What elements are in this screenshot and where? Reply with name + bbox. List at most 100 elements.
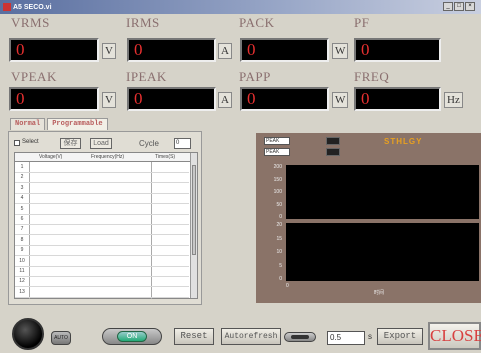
table-row[interactable] <box>15 203 189 205</box>
table-row[interactable] <box>15 276 189 277</box>
column-header-voltage: Voltage(V) <box>39 154 63 160</box>
title-bar: A5 SECO.vi _ □ × <box>0 0 481 14</box>
x-tick-label: 0 <box>286 283 289 289</box>
window-title: A5 SECO.vi <box>13 3 52 11</box>
meter-display-ipeak: 0 <box>127 87 216 111</box>
table-header: Voltage(V) Frequency(Hz) Times(S) <box>15 153 197 162</box>
chart-panel: PEAK PEAK STHLGY 200 150 100 50 0 20 15 10 5 0 0 … <box>256 133 481 303</box>
meter-label-ipeak: IPEAK <box>126 69 167 84</box>
lower-y-tick: 15 <box>276 235 282 242</box>
upper-plot <box>286 165 479 219</box>
scrollbar-thumb[interactable] <box>192 165 196 255</box>
maximize-icon[interactable]: □ <box>454 2 464 11</box>
table-row[interactable] <box>15 172 189 173</box>
reset-button[interactable]: Reset <box>174 328 214 345</box>
unit-ipeak: A <box>218 92 232 108</box>
run-toggle-indicator: ON <box>117 331 147 342</box>
lower-plot <box>286 223 479 281</box>
table-row[interactable] <box>15 213 189 215</box>
lower-y-tick: 10 <box>276 249 282 255</box>
table-row[interactable] <box>15 182 189 184</box>
brand-logo: STHLGY <box>384 137 423 146</box>
row-number: 6 <box>20 216 24 222</box>
row-number: 2 <box>20 174 24 181</box>
select-label: Select <box>22 139 39 145</box>
meter-display-pf: 0 <box>354 38 441 62</box>
row-number: 7 <box>20 226 24 233</box>
column-header-frequency: Frequency(Hz) <box>91 154 125 160</box>
cycle-label: Cycle <box>139 139 160 148</box>
program-controls: Select 保存 Load Cycle 0 <box>8 138 202 150</box>
table-row[interactable] <box>15 224 189 225</box>
meter-display-pack: 0 <box>240 38 329 62</box>
autorefresh-toggle[interactable] <box>284 332 316 342</box>
meter-label-vrms: VRMS <box>11 15 50 30</box>
row-number: 5 <box>20 205 24 212</box>
upper-y-tick: 100 <box>273 189 282 195</box>
cycle-input[interactable]: 0 <box>174 138 191 149</box>
meter-display-irms: 0 <box>127 38 216 62</box>
tab-bar: Normal Programmable <box>10 118 108 130</box>
upper-y-tick: 0 <box>279 214 282 220</box>
unit-vrms: V <box>102 43 116 59</box>
window-controls: _ □ × <box>443 2 475 11</box>
close-icon[interactable]: × <box>465 2 475 11</box>
row-number: 10 <box>19 257 25 264</box>
autorefresh-label: Autorefresh <box>221 328 281 345</box>
tab-normal[interactable]: Normal <box>10 118 46 130</box>
legend-item-2: PEAK <box>264 148 290 156</box>
table-row[interactable] <box>15 234 189 236</box>
meter-label-vpeak: VPEAK <box>11 69 57 84</box>
close-button[interactable]: CLOSE <box>428 322 481 350</box>
legend-swatch-1 <box>326 137 340 145</box>
upper-y-tick: 200 <box>273 164 282 170</box>
upper-y-tick: 50 <box>276 201 282 208</box>
table-row[interactable] <box>15 296 189 298</box>
meter-label-papp: PAPP <box>239 69 271 84</box>
export-button[interactable]: Export <box>377 328 423 345</box>
row-number: 12 <box>19 278 25 285</box>
meter-label-pack: PACK <box>239 15 275 30</box>
legend-item-1: PEAK <box>264 137 290 145</box>
meter-display-vpeak: 0 <box>9 87 99 111</box>
app-icon <box>3 3 11 11</box>
select-checkbox[interactable] <box>14 140 20 146</box>
row-number: 11 <box>19 268 25 274</box>
row-number: 13 <box>19 288 25 295</box>
meter-label-freq: FREQ <box>354 69 390 84</box>
row-number: 8 <box>20 236 24 243</box>
legend-swatch-2 <box>326 148 340 156</box>
lower-y-tick: 20 <box>276 222 282 228</box>
row-number: 3 <box>20 184 24 191</box>
x-axis-label: 时间 <box>374 290 385 296</box>
row-number: 4 <box>20 195 24 202</box>
table-row[interactable] <box>15 244 189 246</box>
table-row[interactable] <box>15 255 189 257</box>
unit-vpeak: V <box>102 92 116 108</box>
meter-display-freq: 0 <box>354 87 441 111</box>
program-table[interactable]: Voltage(V) Frequency(Hz) Times(S) 123456… <box>14 152 198 299</box>
refresh-interval-input[interactable]: 0.5 <box>327 331 365 345</box>
minimize-icon[interactable]: _ <box>443 2 453 11</box>
table-row[interactable] <box>15 286 189 288</box>
power-knob[interactable] <box>12 318 44 350</box>
auto-button[interactable]: AUTO <box>51 331 71 345</box>
tab-programmable[interactable]: Programmable <box>47 118 108 130</box>
load-button[interactable]: Load <box>90 138 112 149</box>
unit-irms: A <box>218 43 232 59</box>
save-button[interactable]: 保存 <box>60 138 81 149</box>
row-number: 1 <box>20 164 24 170</box>
meter-display-vrms: 0 <box>9 38 99 62</box>
run-toggle[interactable]: ON <box>102 328 162 345</box>
meter-display-papp: 0 <box>240 87 329 111</box>
unit-pack: W <box>332 43 349 59</box>
table-row[interactable] <box>15 265 189 267</box>
meter-label-pf: PF <box>354 15 370 30</box>
lower-y-tick: 5 <box>279 262 282 269</box>
column-header-times: Times(S) <box>155 154 176 160</box>
table-row[interactable] <box>15 192 189 194</box>
unit-freq: Hz <box>444 92 463 108</box>
table-scrollbar[interactable] <box>190 153 197 298</box>
lower-y-tick: 0 <box>279 276 282 282</box>
refresh-unit: s <box>368 332 372 341</box>
